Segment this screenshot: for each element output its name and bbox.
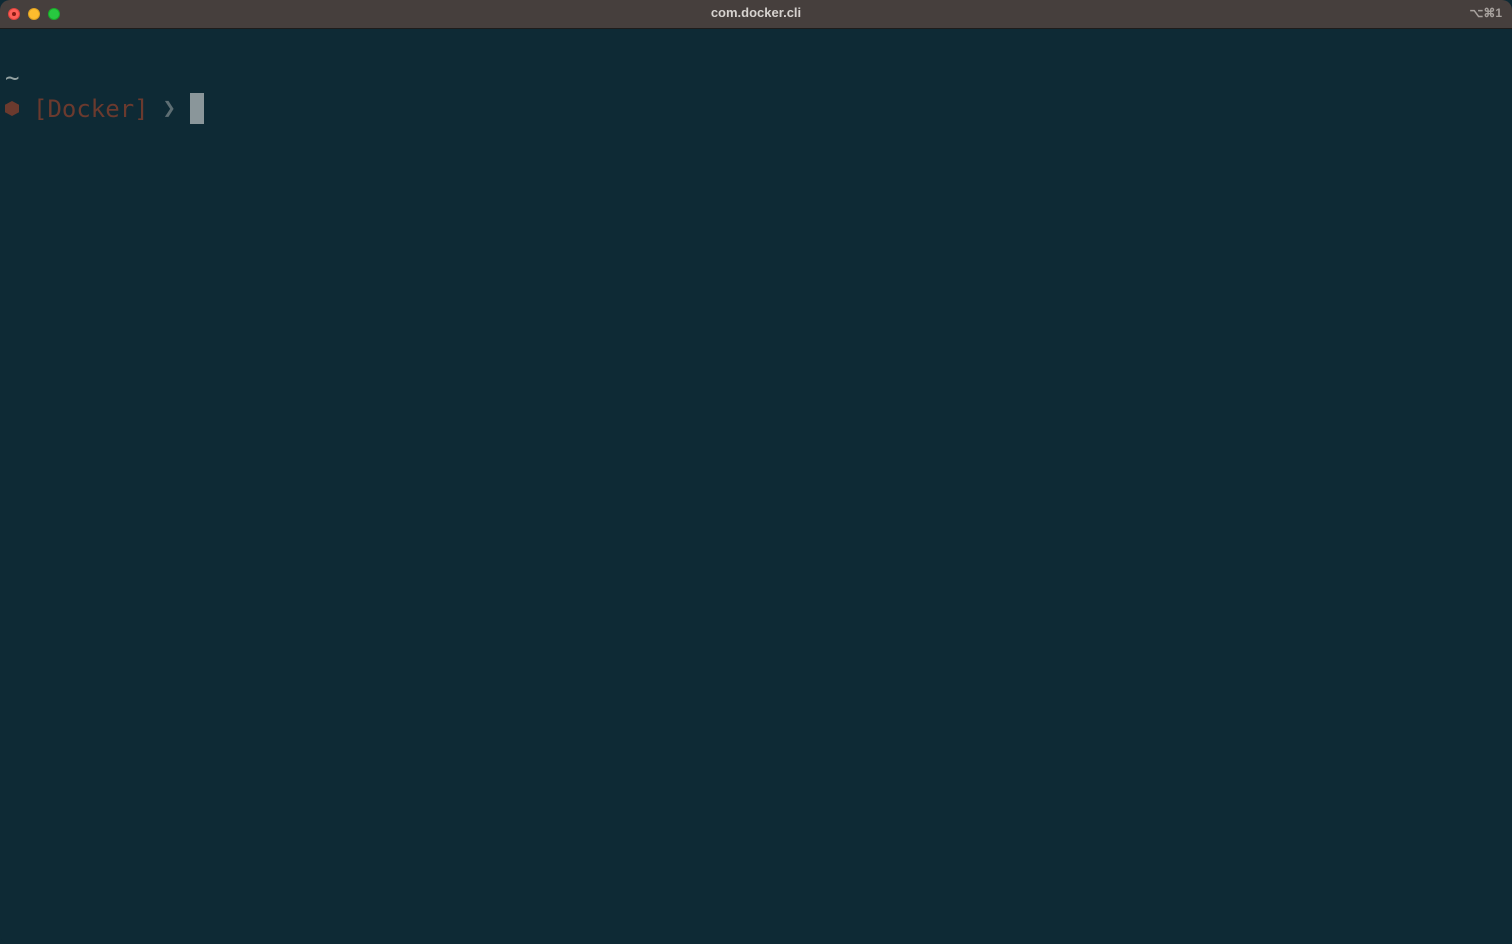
docker-context: [Docker] [33, 94, 149, 123]
title-bar[interactable]: com.docker.cli ⌥⌘1 [0, 0, 1512, 29]
text-cursor [189, 93, 204, 124]
terminal-window: com.docker.cli ⌥⌘1 ~ [Docker] ❯ [0, 0, 1512, 944]
current-directory: ~ [5, 64, 20, 92]
window-shortcut: ⌥⌘1 [1469, 6, 1502, 20]
prompt-arrow-icon: ❯ [162, 95, 176, 121]
prompt-line: [Docker] ❯ [5, 93, 204, 124]
terminal-area[interactable]: ~ [Docker] ❯ [0, 29, 1512, 944]
hexagon-icon [5, 101, 19, 116]
window-title: com.docker.cli [710, 5, 802, 20]
